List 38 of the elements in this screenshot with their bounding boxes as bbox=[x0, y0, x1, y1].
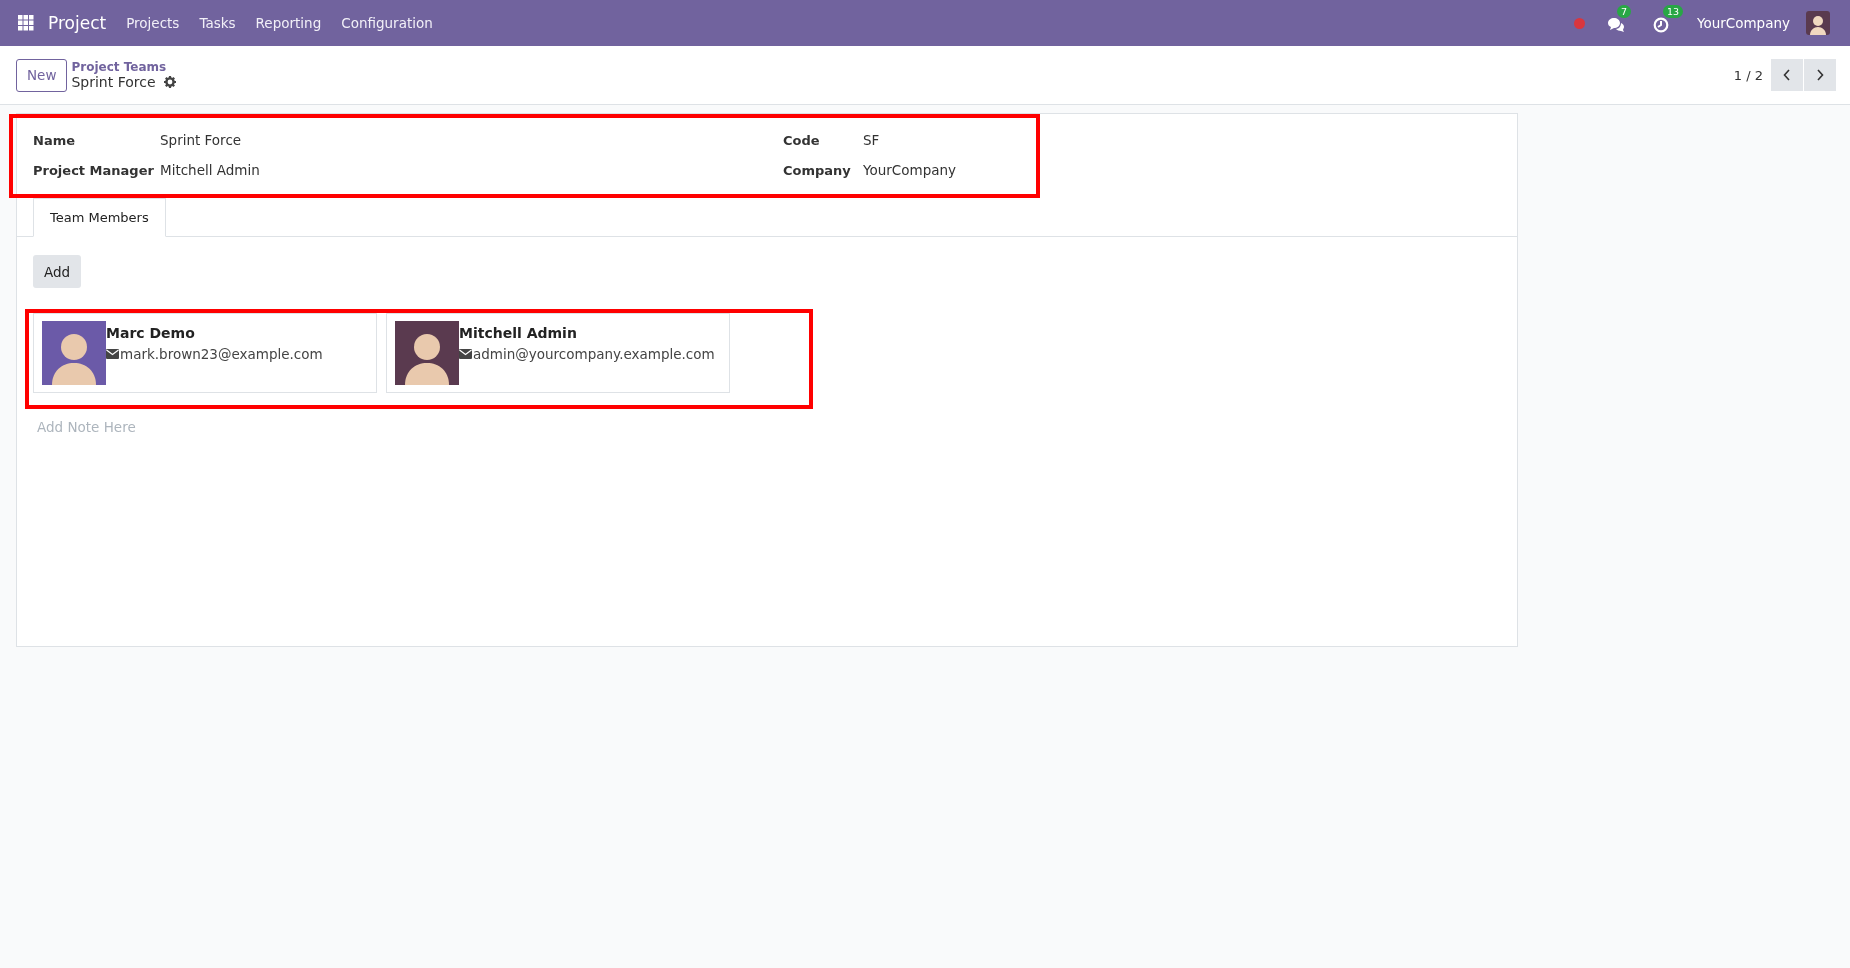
menu-item[interactable]: Projects bbox=[126, 15, 180, 31]
member-card[interactable]: Marc Demo mark.brown23@example.com bbox=[33, 313, 377, 393]
chat-icon[interactable] bbox=[1606, 17, 1625, 33]
company-switcher[interactable]: YourCompany bbox=[1696, 15, 1790, 31]
field-value[interactable]: Mitchell Admin bbox=[160, 162, 260, 178]
breadcrumb-link[interactable]: Project Teams bbox=[71, 60, 176, 74]
menu-item[interactable]: Tasks bbox=[199, 15, 236, 31]
recording-dot-icon[interactable] bbox=[1573, 17, 1585, 29]
new-button[interactable]: New bbox=[16, 58, 68, 92]
field-value[interactable]: Sprint Force bbox=[160, 132, 242, 148]
record-title: Sprint Force bbox=[71, 74, 156, 90]
app-name[interactable]: Project bbox=[48, 13, 107, 33]
menu-item[interactable]: Reporting bbox=[255, 15, 322, 31]
member-email: mark.brown23@example.com bbox=[120, 346, 323, 362]
member-card[interactable]: Mitchell Admin admin@yourcompany.example.com bbox=[386, 313, 730, 393]
field-label: Project Manager bbox=[33, 163, 155, 178]
settings-icon[interactable] bbox=[163, 76, 176, 88]
add-button[interactable]: Add bbox=[33, 255, 82, 288]
field-value[interactable]: SF bbox=[863, 132, 880, 148]
user-avatar-icon[interactable] bbox=[1806, 11, 1830, 35]
member-name: Marc Demo bbox=[106, 325, 196, 341]
member-name: Mitchell Admin bbox=[459, 325, 578, 341]
envelope-icon bbox=[459, 349, 472, 359]
menu-item[interactable]: Configuration bbox=[341, 15, 433, 31]
apps-grid-icon[interactable] bbox=[18, 15, 34, 31]
pager-counter: 1 / 2 bbox=[1733, 67, 1763, 83]
member-email: admin@yourcompany.example.com bbox=[473, 346, 715, 362]
chevron-left-icon bbox=[1783, 69, 1791, 81]
field-label: Name bbox=[33, 133, 76, 148]
field-label: Code bbox=[783, 133, 821, 148]
field-value[interactable]: YourCompany bbox=[863, 162, 957, 178]
envelope-icon bbox=[106, 349, 119, 359]
clock-icon[interactable] bbox=[1652, 17, 1669, 33]
chevron-right-icon bbox=[1816, 69, 1824, 81]
message-count-badge: 7 bbox=[1616, 5, 1631, 18]
notebook-tab[interactable]: Team Members bbox=[33, 198, 166, 237]
activity-count-badge: 13 bbox=[1662, 5, 1684, 18]
field-label: Company bbox=[783, 163, 852, 178]
